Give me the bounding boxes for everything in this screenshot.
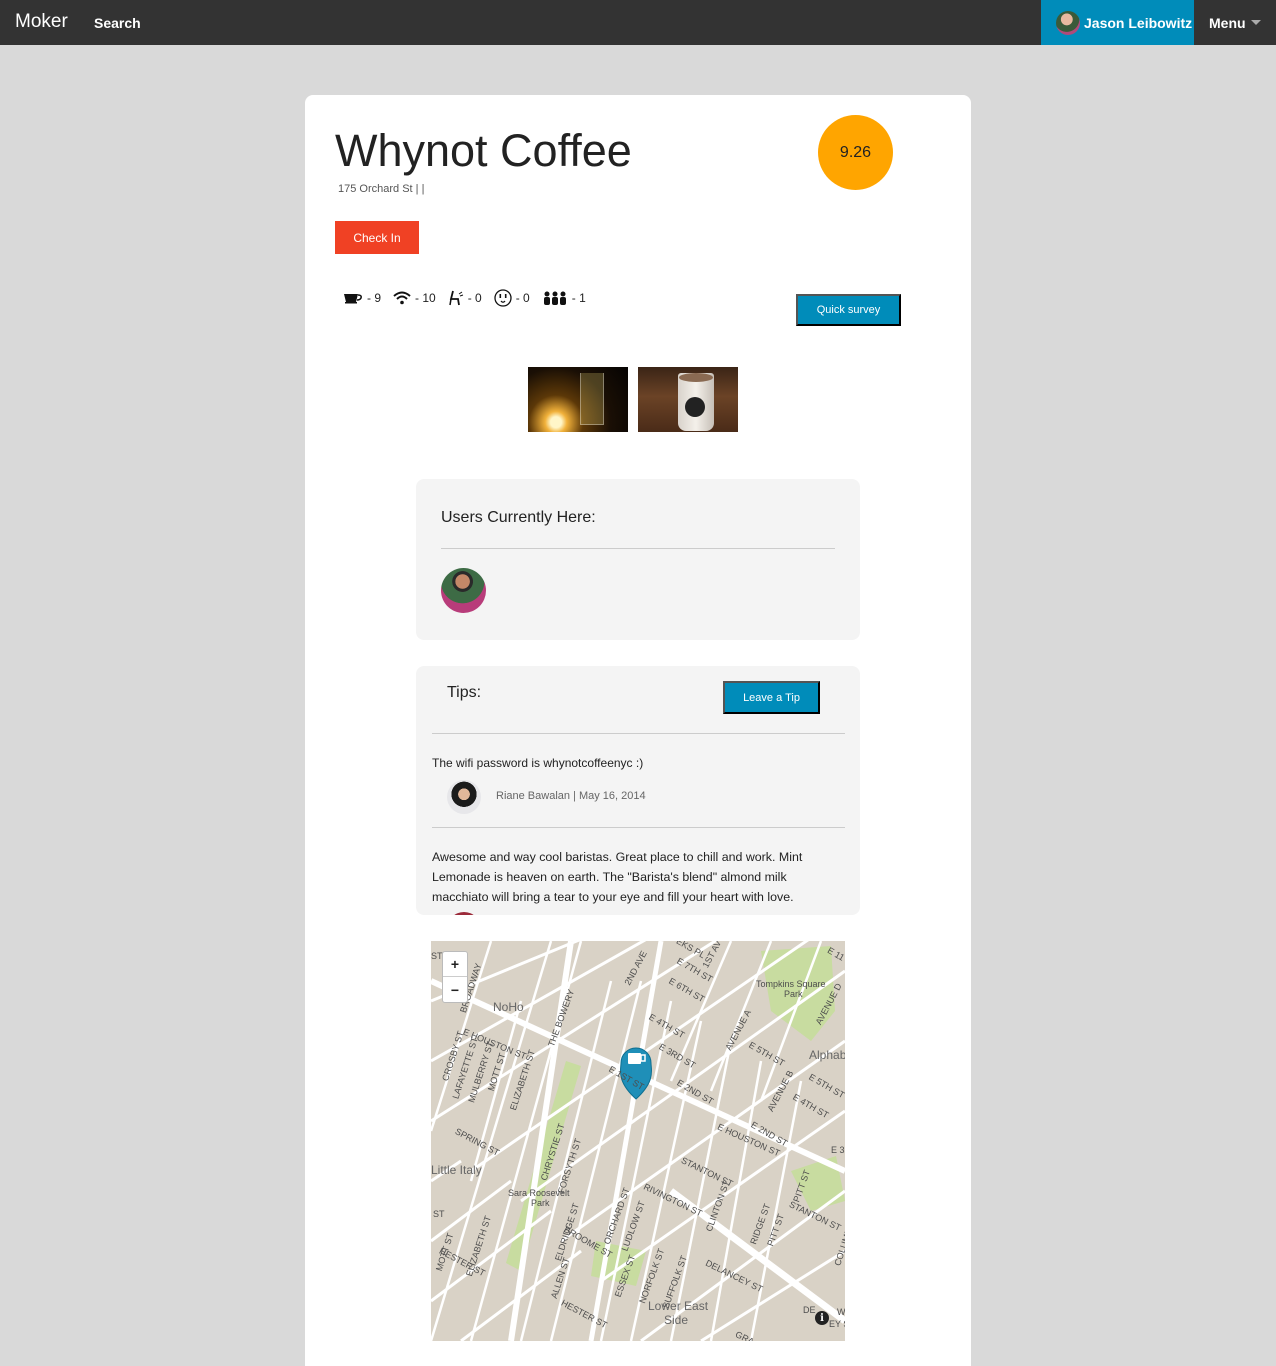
- venue-photo[interactable]: [638, 367, 738, 432]
- user-avatar: [1056, 10, 1080, 35]
- cup-shape: [678, 373, 714, 431]
- amenity-outlet-label: - 0: [515, 291, 530, 305]
- amenity-ratings: - 9 - 10 - 0 - 0 - 1: [343, 289, 586, 307]
- checked-in-user-avatar[interactable]: [441, 568, 486, 613]
- zoom-in-button[interactable]: +: [443, 952, 467, 977]
- check-in-button[interactable]: Check In: [335, 221, 419, 254]
- venue-photo[interactable]: [528, 367, 628, 432]
- amenity-outlet: - 0: [494, 289, 530, 307]
- crowd-icon: [543, 291, 566, 305]
- chevron-down-icon[interactable]: [1251, 20, 1261, 25]
- amenity-coffee: - 9: [343, 291, 381, 305]
- divider: [432, 827, 845, 828]
- map-label: W: [837, 1307, 845, 1317]
- map-label: EY S: [829, 1319, 845, 1329]
- user-name: Jason Leibowitz: [1084, 14, 1193, 31]
- glass-shape: [580, 373, 604, 425]
- map-label: Side: [664, 1313, 689, 1327]
- tip-text: Awesome and way cool baristas. Great pla…: [432, 850, 803, 904]
- amenity-crowd-label: - 1: [571, 291, 586, 305]
- tips-heading: Tips:: [447, 684, 482, 701]
- map-label: E 3: [831, 1145, 845, 1155]
- map-zoom-control: + −: [442, 951, 468, 1003]
- seating-icon: [448, 290, 463, 306]
- nav-search-link[interactable]: Search: [94, 15, 141, 31]
- wifi-icon: [393, 291, 411, 305]
- divider: [441, 548, 835, 549]
- amenity-coffee-label: - 9: [367, 291, 382, 305]
- amenity-seating: - 0: [448, 290, 482, 306]
- map-label: DE: [803, 1305, 816, 1315]
- tip-text: The wifi password is whynotcoffeenyc :): [432, 756, 644, 770]
- amenity-wifi-label: - 10: [415, 291, 436, 305]
- map-label: NoHo: [493, 1000, 524, 1014]
- venue-card: Whynot Coffee 175 Orchard St | | 9.26 Ch…: [305, 95, 971, 1366]
- leave-tip-button[interactable]: Leave a Tip: [723, 681, 820, 714]
- tips-panel: Tips: Leave a Tip The wifi password is w…: [416, 666, 860, 915]
- map-label: Lower East: [648, 1299, 709, 1313]
- map-label: Park: [784, 989, 803, 999]
- tip-author-avatar[interactable]: [447, 780, 481, 814]
- top-bar: Moker Search Jason Leibowitz Menu: [0, 0, 1276, 45]
- divider: [432, 733, 845, 734]
- venue-title: Whynot Coffee: [335, 125, 632, 176]
- map-label: Little Italy: [431, 1163, 482, 1177]
- user-menu-button[interactable]: Jason Leibowitz: [1041, 0, 1194, 45]
- amenity-crowd: - 1: [542, 291, 586, 305]
- venue-address: 175 Orchard St | |: [338, 183, 425, 195]
- info-icon[interactable]: i: [815, 1311, 829, 1325]
- tip-author-avatar[interactable]: [447, 912, 481, 915]
- map-label: ST: [431, 951, 443, 961]
- map-label: Tompkins Square: [756, 979, 826, 989]
- brand-logo[interactable]: Moker: [15, 11, 68, 33]
- map-label: Park: [531, 1198, 550, 1208]
- power-outlet-icon: [494, 289, 512, 307]
- quick-survey-button[interactable]: Quick survey: [796, 294, 901, 326]
- coffee-cup-icon: [344, 294, 362, 304]
- venue-score-badge: 9.26: [818, 115, 893, 190]
- tip-meta: Riane Bawalan | May 16, 2014: [496, 790, 646, 802]
- menu-dropdown-button[interactable]: Menu: [1209, 15, 1246, 31]
- venue-map[interactable]: NoHo Tompkins Square Park Alphab Little …: [431, 941, 845, 1341]
- users-here-heading: Users Currently Here:: [441, 509, 596, 526]
- map-label: Alphab: [809, 1048, 845, 1062]
- users-here-panel: Users Currently Here:: [416, 479, 860, 640]
- zoom-out-button[interactable]: −: [443, 977, 467, 1002]
- amenity-seating-label: - 0: [467, 291, 482, 305]
- map-label: ST: [433, 1209, 445, 1219]
- amenity-wifi: - 10: [393, 291, 436, 305]
